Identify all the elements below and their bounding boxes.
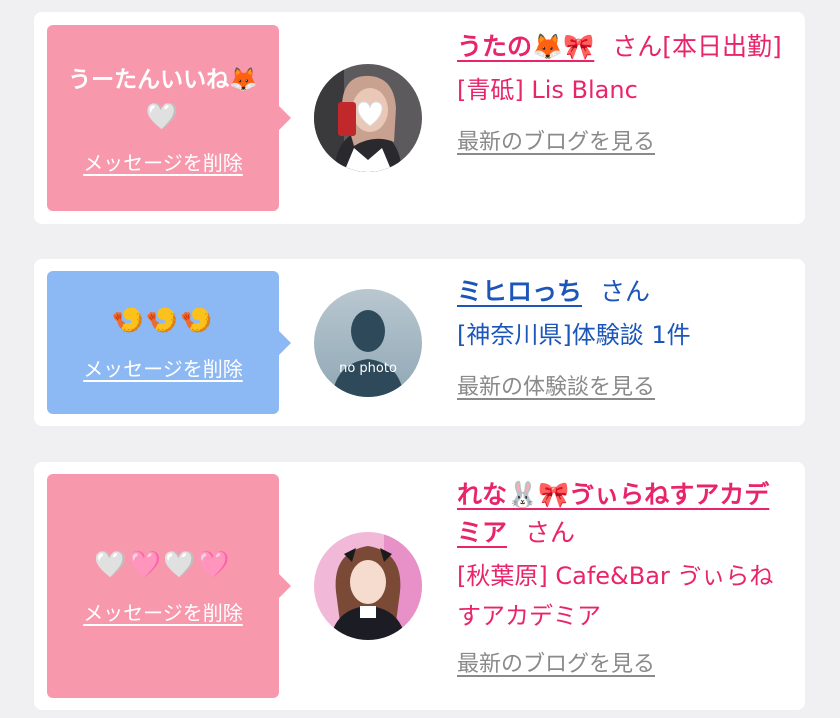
shop-text: [神奈川県]体験談 1件 <box>457 321 691 349</box>
shop-text: [秋葉原] Cafe&Bar ゔぃらねすアカデミア <box>457 562 774 630</box>
message-card: 🤍🩷🤍🩷 メッセージを削除 れな🐰🎀ゔぃらねすアカデミア さん [秋葉原] Caf… <box>34 462 805 710</box>
avatar-photo-icon <box>314 64 422 172</box>
no-photo-avatar-icon: no photo <box>314 289 422 397</box>
delete-message-link[interactable]: メッセージを削除 <box>83 147 243 176</box>
name-line: れな🐰🎀ゔぃらねすアカデミア さん <box>457 476 791 552</box>
latest-blog-link[interactable]: 最新のブログを見る <box>457 646 655 678</box>
message-emoji: 🤍🩷🤍🩷 <box>94 549 232 580</box>
profile-info: ミヒロっち さん [神奈川県]体験談 1件 最新の体験談を見る <box>457 273 791 401</box>
latest-review-link[interactable]: 最新の体験談を見る <box>457 369 655 401</box>
avatar[interactable] <box>314 532 422 640</box>
latest-blog-link[interactable]: 最新のブログを見る <box>457 124 655 156</box>
shop-text: [青砥] Lis Blanc <box>457 76 638 104</box>
delete-message-link[interactable]: メッセージを削除 <box>83 353 243 382</box>
message-emoji: 🤍 <box>145 101 181 132</box>
honorific: さん <box>525 518 576 547</box>
profile-info: うたの🦊🎀 さん[本日出勤] [青砥] Lis Blanc 最新のブログを見る <box>457 28 791 156</box>
status-text: [本日出勤] <box>662 32 782 61</box>
honorific: さん <box>612 32 663 61</box>
message-bubble: うーたんいいね🦊 🤍 メッセージを削除 <box>47 25 291 211</box>
message-card: うーたんいいね🦊 🤍 メッセージを削除 うたの🦊🎀 さん[本日出勤] [青砥] L… <box>34 12 805 224</box>
name-line: うたの🦊🎀 さん[本日出勤] <box>457 28 791 66</box>
honorific: さん <box>600 277 651 306</box>
message-card: 🍤🍤🍤 メッセージを削除 no photo ミヒロっち さん [神奈川県]体験談 … <box>34 259 805 426</box>
name-link[interactable]: ミヒロっち <box>457 277 582 306</box>
name-link[interactable]: うたの🦊🎀 <box>457 32 594 61</box>
name-line: ミヒロっち さん <box>457 273 791 311</box>
message-bubble: 🍤🍤🍤 メッセージを削除 <box>47 271 291 414</box>
message-emoji: 🍤🍤🍤 <box>111 306 215 336</box>
message-text: うーたんいいね🦊 <box>68 66 258 93</box>
avatar-photo-icon <box>314 532 422 640</box>
delete-message-link[interactable]: メッセージを削除 <box>83 597 243 626</box>
avatar[interactable]: no photo <box>314 289 422 397</box>
avatar[interactable] <box>314 64 422 172</box>
profile-info: れな🐰🎀ゔぃらねすアカデミア さん [秋葉原] Cafe&Bar ゔぃらねすアカデ… <box>457 476 791 678</box>
svg-text:no photo: no photo <box>339 361 397 376</box>
message-bubble: 🤍🩷🤍🩷 メッセージを削除 <box>47 474 291 698</box>
name-link[interactable]: れな🐰🎀ゔぃらねすアカデミア <box>457 480 769 547</box>
